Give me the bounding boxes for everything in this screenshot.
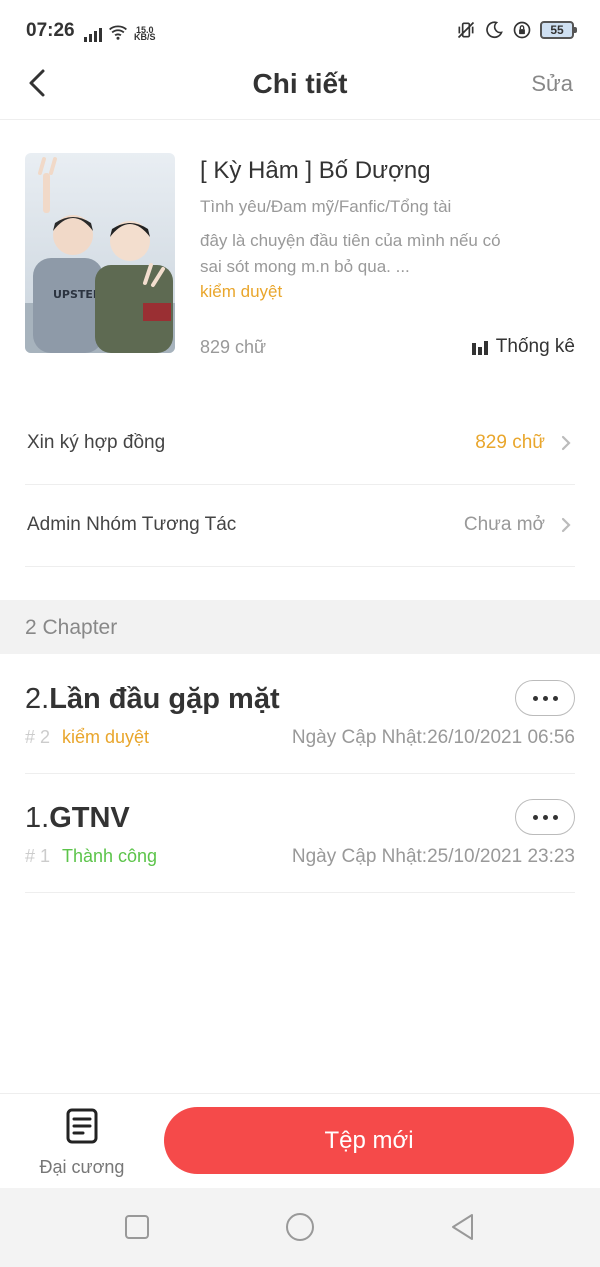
row-label: Admin Nhóm Tương Tác <box>27 514 237 535</box>
outline-label: Đại cương <box>39 1157 125 1177</box>
outline-button[interactable]: Đại cương <box>32 1108 132 1178</box>
new-file-button[interactable]: Tệp mới <box>164 1107 574 1174</box>
status-left-icons: 15.0 KB/S <box>84 22 156 42</box>
battery-icon: 55 <box>540 21 577 39</box>
chapter-count: 2 Chapter <box>25 616 118 639</box>
chevron-right-icon <box>561 435 571 451</box>
status-time: 07:26 <box>26 20 75 41</box>
status-right-icons: 55 <box>456 20 577 40</box>
svg-text:UPSTER: UPSTER <box>53 288 102 301</box>
dot-icon <box>542 695 548 701</box>
dot-icon <box>542 814 548 820</box>
more-options-button[interactable] <box>515 799 575 835</box>
chapter-id: # 1 <box>25 846 51 866</box>
book-status-label: kiểm duyệt <box>200 282 283 301</box>
header: Chi tiết Sửa <box>0 60 600 120</box>
dot-icon <box>532 814 538 820</box>
back-icon[interactable] <box>448 1212 478 1242</box>
row-value: 829 chữ <box>475 432 545 453</box>
stats-button[interactable]: Thống kê <box>471 336 575 358</box>
vibrate-off-icon <box>457 21 475 39</box>
chapter-title: 1.GTNV <box>25 802 130 835</box>
document-icon <box>66 1108 98 1144</box>
chevron-right-icon <box>561 517 571 533</box>
chapter-status: kiểm duyệt <box>62 727 150 747</box>
dot-icon <box>552 814 558 820</box>
chapter-status: Thành công <box>62 846 158 866</box>
page-title: Chi tiết <box>252 68 348 99</box>
chapter-title: 2.Lần đầu gặp mặt <box>25 683 280 716</box>
book-description: đây là chuyện đầu tiên của mình nếu có s… <box>200 228 572 280</box>
recent-apps-icon[interactable] <box>122 1212 152 1242</box>
book-cover-image[interactable]: UPSTER <box>25 153 175 353</box>
book-title: [ Kỳ Hâm ] Bố Dượng <box>200 157 431 184</box>
moon-icon <box>486 21 503 39</box>
dot-icon <box>552 695 558 701</box>
chapter-number: 1. <box>25 802 50 834</box>
chapter-number: 2. <box>25 683 50 715</box>
chapter-item[interactable]: 1.GTNV # 1 Thành công Ngày Cập Nhật:25/1… <box>25 774 575 893</box>
book-description-line: đây là chuyện đầu tiên của mình nếu có <box>200 231 501 250</box>
chapter-section-header: 2 Chapter <box>0 600 600 654</box>
book-tags: Tình yêu/Đam mỹ/Fanfic/Tổng tài <box>200 197 452 216</box>
chapter-id: # 2 <box>25 727 51 747</box>
more-options-button[interactable] <box>515 680 575 716</box>
row-contract[interactable]: Xin ký hợp đồng 829 chữ <box>25 403 575 485</box>
dot-icon <box>532 695 538 701</box>
net-speed-unit: KB/S <box>134 32 156 42</box>
system-nav-bar <box>0 1188 600 1267</box>
signal-icon <box>84 27 102 42</box>
row-admin-group[interactable]: Admin Nhóm Tương Tác Chưa mở <box>25 485 575 567</box>
bar-chart-icon <box>471 339 488 355</box>
row-value: Chưa mở <box>463 514 545 535</box>
chapter-date: Ngày Cập Nhật:26/10/2021 06:56 <box>291 727 575 748</box>
status-bar: 07:26 15.0 KB/S 55 <box>0 0 600 60</box>
chapter-date: Ngày Cập Nhật:25/10/2021 23:23 <box>291 846 575 867</box>
row-label: Xin ký hợp đồng <box>27 432 166 453</box>
chapter-item[interactable]: 2.Lần đầu gặp mặt # 2 kiểm duyệt Ngày Cậ… <box>25 655 575 774</box>
home-icon[interactable] <box>285 1212 315 1242</box>
bottom-action-bar: Đại cương Tệp mới <box>0 1093 600 1188</box>
net-speed: 15.0 KB/S <box>134 26 156 42</box>
edit-button[interactable]: Sửa <box>531 71 573 97</box>
book-word-count: 829 chữ <box>200 337 267 357</box>
chapter-title-text: Lần đầu gặp mặt <box>49 683 280 715</box>
book-description-line: sai sót mong m.n bỏ qua. ... <box>200 257 410 276</box>
wifi-icon <box>109 25 127 40</box>
stats-label: Thống kê <box>495 336 575 357</box>
rotation-lock-icon <box>513 21 531 39</box>
chapter-title-text: GTNV <box>49 802 130 834</box>
